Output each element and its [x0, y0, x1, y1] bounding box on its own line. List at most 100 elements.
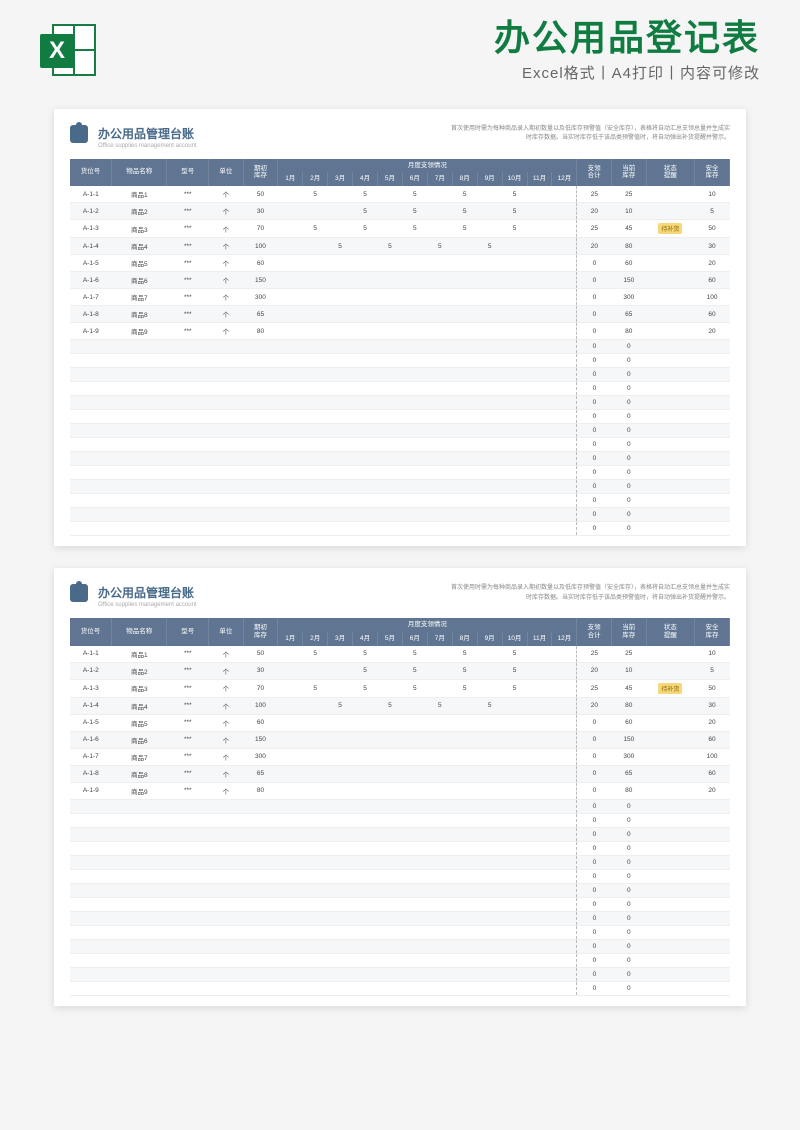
cell: [328, 911, 353, 925]
cell: 0: [577, 813, 612, 827]
cell: [328, 203, 353, 220]
table-row-empty: 00: [70, 452, 730, 466]
cell: [477, 272, 502, 289]
cell: [402, 272, 427, 289]
cell: [477, 714, 502, 731]
cell: [552, 799, 577, 813]
cell: 0: [611, 508, 646, 522]
table-row: A-1-6商品6***个150015060: [70, 272, 730, 289]
cell: [70, 967, 112, 981]
cell: 0: [611, 883, 646, 897]
cell: [112, 981, 167, 995]
cell: [112, 855, 167, 869]
cell: [502, 522, 527, 536]
cell: [278, 424, 303, 438]
cell: [402, 306, 427, 323]
cell: [303, 238, 328, 255]
cell: [427, 220, 452, 238]
cell: 5: [402, 679, 427, 697]
cell: [328, 354, 353, 368]
cell: [695, 869, 730, 883]
cell: 商品8: [112, 765, 167, 782]
table-row: A-1-9商品9***个8008020: [70, 323, 730, 340]
table-row-empty: 00: [70, 368, 730, 382]
cell: [477, 289, 502, 306]
cell: [402, 897, 427, 911]
cell: [427, 662, 452, 679]
cell: [328, 897, 353, 911]
cell: 0: [611, 967, 646, 981]
cell: [70, 869, 112, 883]
cell: A-1-6: [70, 272, 112, 289]
cell: 5: [377, 238, 402, 255]
cell: [243, 925, 278, 939]
cell: [452, 748, 477, 765]
cell: [167, 494, 209, 508]
cell: [243, 799, 278, 813]
col-header: 状态提醒: [646, 159, 694, 187]
cell: [278, 323, 303, 340]
cell: [646, 748, 694, 765]
cell: [167, 925, 209, 939]
cell: [427, 410, 452, 424]
cell: [452, 911, 477, 925]
cell: 0: [611, 382, 646, 396]
cell: [552, 466, 577, 480]
cell: [303, 306, 328, 323]
cell: 个: [209, 662, 244, 679]
col-header: 单位: [209, 618, 244, 646]
cell: [377, 438, 402, 452]
cell: 商品3: [112, 679, 167, 697]
cell: [502, 452, 527, 466]
cell: [552, 911, 577, 925]
cell: A-1-5: [70, 714, 112, 731]
banner-title: 办公用品登记表: [110, 18, 760, 58]
cell: 5: [695, 203, 730, 220]
cell: [377, 480, 402, 494]
cell: 个: [209, 306, 244, 323]
cell: [353, 494, 378, 508]
cell: [695, 953, 730, 967]
cell: [209, 939, 244, 953]
cell: [552, 782, 577, 799]
cell: [695, 855, 730, 869]
cell: [477, 911, 502, 925]
cell: [502, 855, 527, 869]
cell: [278, 646, 303, 663]
cell: [402, 255, 427, 272]
cell: [646, 697, 694, 714]
cell: [527, 306, 552, 323]
cell: [552, 841, 577, 855]
cell: [427, 827, 452, 841]
cell: [477, 799, 502, 813]
table-row: A-1-6商品6***个150015060: [70, 731, 730, 748]
cell: 5: [452, 186, 477, 203]
cell: 商品8: [112, 306, 167, 323]
table-row: A-1-2商品2***个30555520105: [70, 662, 730, 679]
table-row-empty: 00: [70, 424, 730, 438]
cell: [552, 203, 577, 220]
cell: [477, 813, 502, 827]
cell: 5: [402, 203, 427, 220]
cell: [167, 981, 209, 995]
cell: 个: [209, 765, 244, 782]
cell: [402, 452, 427, 466]
cell: [427, 186, 452, 203]
cell: [167, 396, 209, 410]
cell: [209, 494, 244, 508]
cell: [552, 410, 577, 424]
cell: 300: [243, 289, 278, 306]
cell: [377, 203, 402, 220]
cell: ***: [167, 289, 209, 306]
cell: [527, 340, 552, 354]
cell: [552, 340, 577, 354]
cell: [278, 306, 303, 323]
cell: [527, 255, 552, 272]
cell: [303, 953, 328, 967]
cell: [452, 354, 477, 368]
cell: [552, 522, 577, 536]
col-header: 2月: [303, 172, 328, 186]
cell: [695, 452, 730, 466]
cell: 0: [577, 841, 612, 855]
cell: [646, 827, 694, 841]
